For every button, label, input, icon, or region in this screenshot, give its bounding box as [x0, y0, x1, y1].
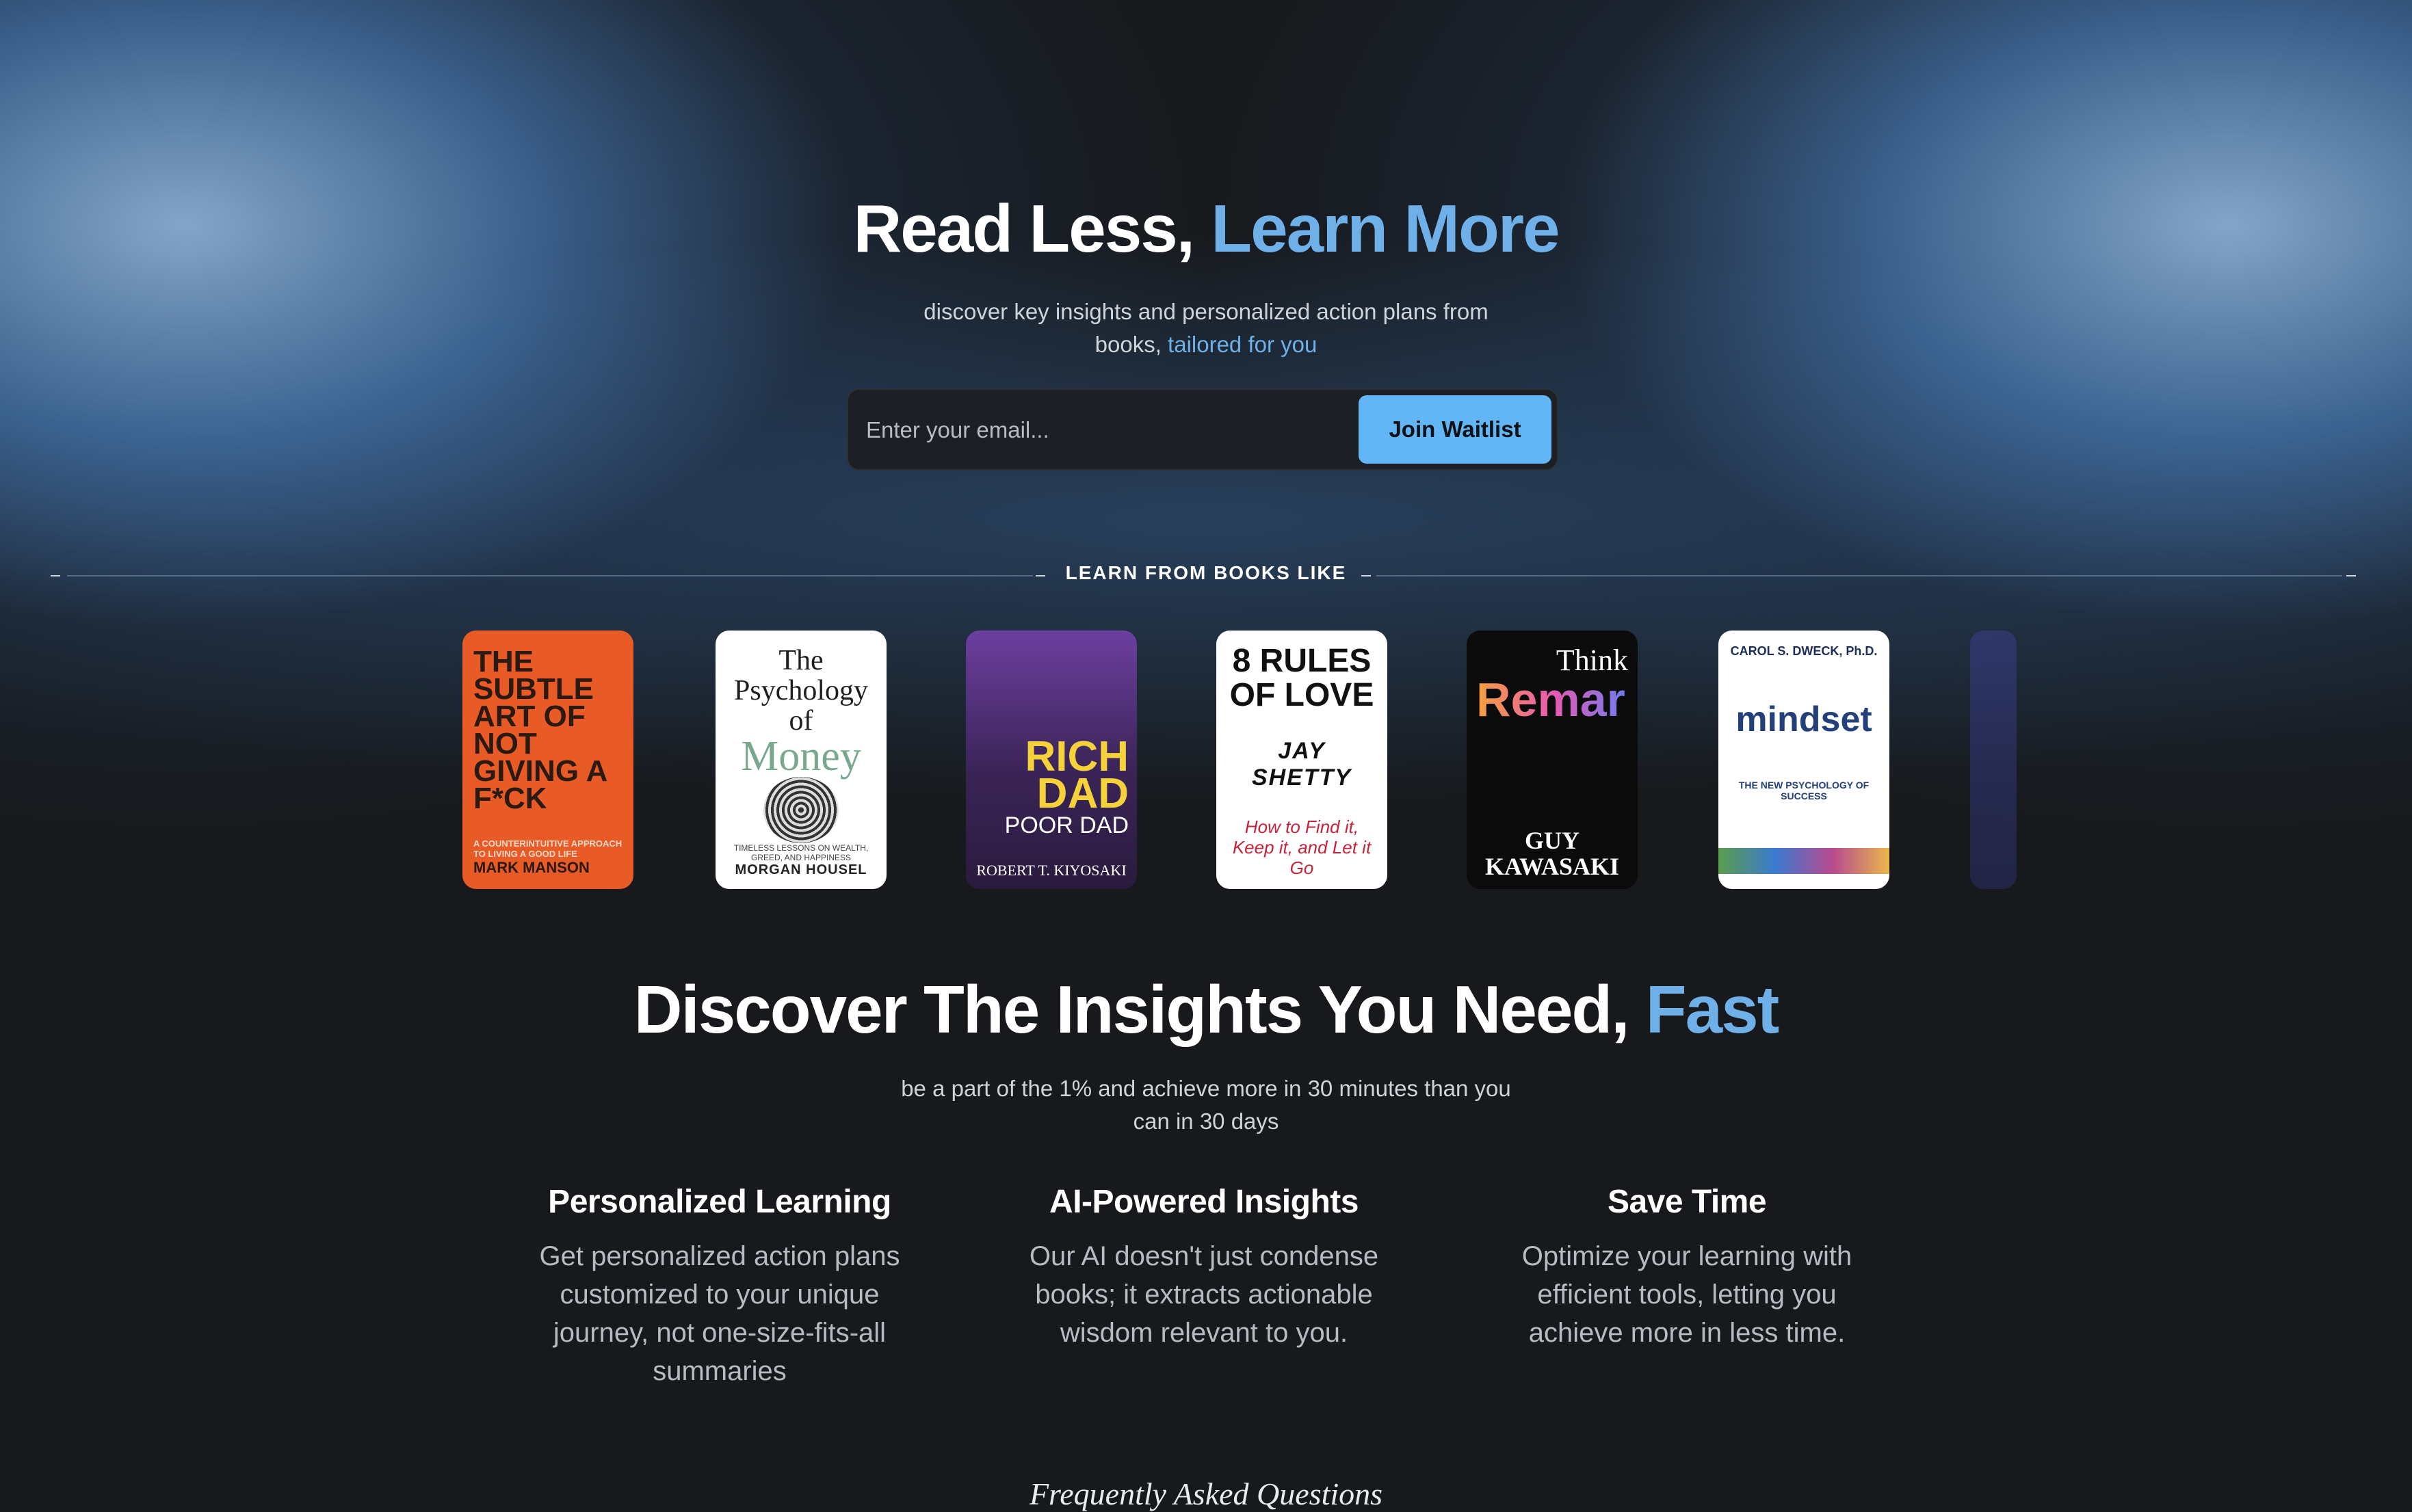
- divider-line-left: [67, 575, 1033, 576]
- books-section-label: LEARN FROM BOOKS LIKE: [1065, 562, 1347, 583]
- color-stripe: [1718, 847, 1889, 874]
- book-cover-mindset: CAROL S. DWECK, Ph.D. mindset THE NEW PS…: [1718, 631, 1889, 889]
- book-title: The Psychology of Money: [725, 645, 877, 780]
- email-input[interactable]: [865, 402, 1360, 458]
- feature-description: Get personalized action plans customized…: [528, 1237, 911, 1390]
- divider-dash-right-outer: [2346, 575, 2356, 576]
- book-author: MORGAN HOUSEL: [735, 862, 867, 877]
- feature-title: AI-Powered Insights: [1049, 1184, 1359, 1220]
- insights-subtitle-line2: can in 30 days: [1133, 1109, 1279, 1134]
- feature-line: summaries: [653, 1356, 787, 1386]
- feature-line: Optimize your learning with: [1521, 1241, 1852, 1271]
- book-meta: A COUNTERINTUITIVE APPROACH TO LIVING A …: [473, 838, 622, 877]
- feature-line: efficient tools, letting you: [1537, 1279, 1837, 1310]
- book-subtitle: How to Find it, Keep it, and Let it Go: [1232, 817, 1372, 878]
- join-waitlist-button[interactable]: Join Waitlist: [1359, 395, 1551, 464]
- book-subtitle: TIMELESS LESSONS ON WEALTH, GREED, AND H…: [733, 843, 869, 862]
- hero-title: Read Less, Learn More: [0, 190, 2412, 267]
- book-subtitle: THE NEW PSYCHOLOGY OF SUCCESS: [1738, 780, 1870, 802]
- hero-subtitle-line2: books, tailored for you: [0, 328, 2412, 361]
- feature-line: wisdom relevant to you.: [1060, 1318, 1348, 1348]
- book-title-line2: Remarkable: [1476, 676, 1638, 724]
- hero-subtitle-line1: discover key insights and personalized a…: [923, 299, 1489, 324]
- book-title: THE SUBTLE ART OF NOT GIVING A F*CK: [473, 645, 607, 815]
- feature-description: Optimize your learning with efficient to…: [1495, 1237, 1878, 1352]
- feature-save-time: Save Time Optimize your learning with ef…: [1495, 1183, 1878, 1352]
- book-title: Think Remarkable: [1476, 643, 1638, 724]
- insights-title-accent: Fast: [1645, 972, 1780, 1047]
- insights-title-text: Discover The Insights You Need,: [633, 972, 1646, 1047]
- book-title-line2: Money: [741, 733, 861, 780]
- book-author: JAY SHETTY: [1251, 738, 1352, 791]
- landing-page: Read Less, Learn More discover key insig…: [0, 0, 2412, 1511]
- book-author: GUY KAWASAKI: [1484, 827, 1620, 880]
- waitlist-form: Join Waitlist: [847, 388, 1558, 470]
- hero-subtitle: discover key insights and personalized a…: [0, 295, 2412, 361]
- insights-subtitle: be a part of the 1% and achieve more in …: [0, 1072, 2412, 1138]
- book-title: RICH DAD POOR DAD: [974, 643, 1129, 839]
- feature-line: journey, not one-size-fits-all: [553, 1318, 887, 1348]
- divider-dash-right-inner: [1361, 575, 1371, 576]
- book-title-line2: POOR DAD: [1004, 812, 1129, 838]
- feature-personalized-learning: Personalized Learning Get personalized a…: [528, 1183, 911, 1390]
- feature-title: Save Time: [1607, 1184, 1767, 1220]
- book-author: CAROL S. DWECK, Ph.D.: [1730, 644, 1878, 658]
- feature-title: Personalized Learning: [548, 1184, 891, 1220]
- book-cover-subtle-art: THE SUBTLE ART OF NOT GIVING A F*CK A CO…: [462, 631, 633, 889]
- feature-line: customized to your unique: [560, 1279, 880, 1310]
- book-cover-think-remarkable: Think Remarkable GUY KAWASAKI: [1467, 631, 1638, 889]
- hero-title-accent: Learn More: [1211, 191, 1560, 266]
- divider-line-right: [1376, 575, 2342, 576]
- divider-dash-left-outer: [51, 575, 60, 576]
- hero-title-text: Read Less,: [853, 191, 1211, 266]
- hero-subtitle-prefix: books,: [1094, 332, 1168, 357]
- insights-title: Discover The Insights You Need, Fast: [0, 971, 2412, 1048]
- book-title-line1: The Psychology of: [733, 645, 868, 737]
- book-cover-8-rules-of-love: 8 RULES OF LOVE JAY SHETTY How to Find i…: [1216, 631, 1387, 889]
- book-author: MARK MANSON: [473, 859, 590, 876]
- book-cover-psychology-of-money: The Psychology of Money TIMELESS LESSONS…: [716, 631, 887, 889]
- feature-line: Get personalized action plans: [539, 1241, 900, 1271]
- feature-ai-powered-insights: AI-Powered Insights Our AI doesn't just …: [1012, 1183, 1395, 1352]
- book-subtitle: A COUNTERINTUITIVE APPROACH TO LIVING A …: [473, 838, 622, 859]
- book-cover-partial: [1970, 631, 2017, 889]
- feature-line: achieve more in less time.: [1528, 1318, 1846, 1348]
- feature-line: books; it extracts actionable: [1035, 1279, 1373, 1310]
- brain-illustration: [763, 777, 839, 843]
- book-title-line1: RICH DAD: [1025, 733, 1129, 817]
- faq-title: Frequently Asked Questions: [1029, 1476, 1383, 1511]
- feature-line: Our AI doesn't just condense: [1029, 1241, 1379, 1271]
- hero-subtitle-accent: tailored for you: [1168, 332, 1318, 357]
- book-title: 8 RULES OF LOVE: [1229, 643, 1374, 713]
- book-title: mindset: [1735, 699, 1872, 739]
- book-author: ROBERT T. KIYOSAKI: [976, 862, 1127, 879]
- insights-subtitle-line1: be a part of the 1% and achieve more in …: [901, 1076, 1511, 1101]
- book-meta: TIMELESS LESSONS ON WEALTH, GREED, AND H…: [725, 843, 877, 878]
- feature-description: Our AI doesn't just condense books; it e…: [1012, 1237, 1395, 1352]
- book-cover-rich-dad-poor-dad: RICH DAD POOR DAD ROBERT T. KIYOSAKI: [966, 631, 1137, 889]
